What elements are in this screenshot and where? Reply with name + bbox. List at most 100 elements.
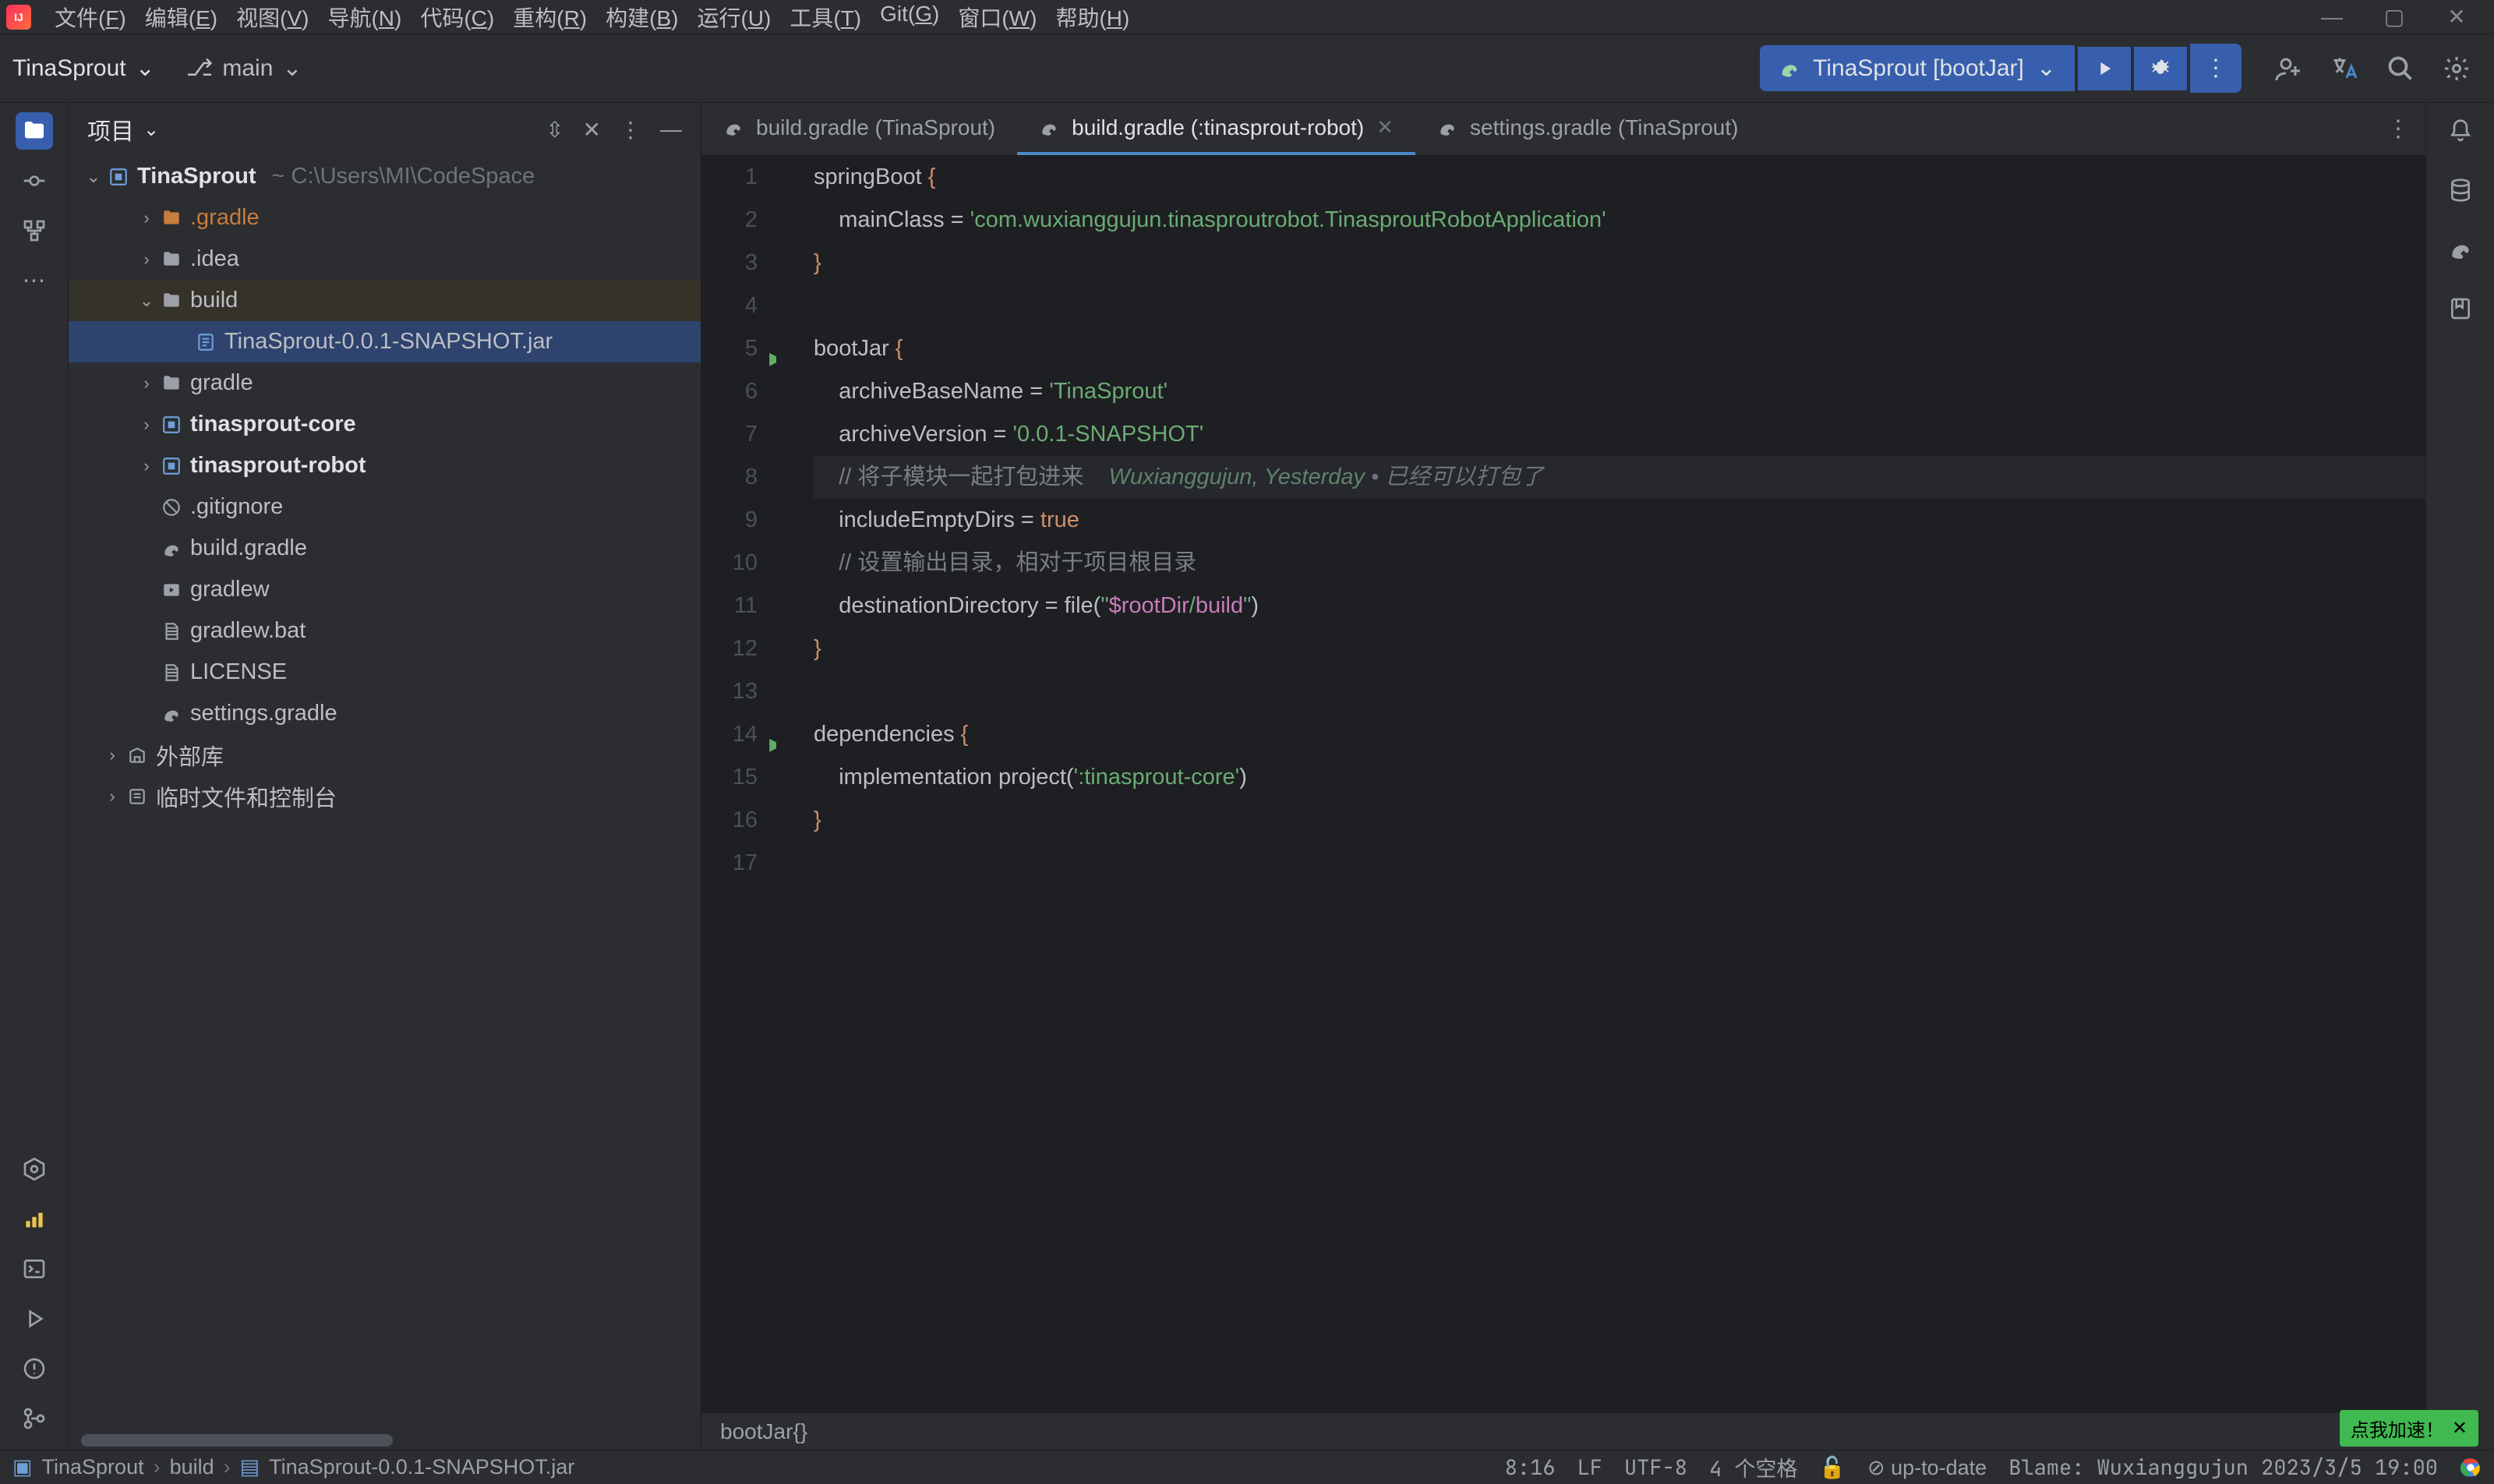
more-run-options[interactable]: ⋮ (2190, 44, 2241, 93)
run-config-selector[interactable]: TinaSprout [bootJar] ⌄ (1760, 45, 2075, 91)
more-tool-button[interactable]: ⋯ (16, 262, 53, 299)
services-tool-button[interactable] (16, 1150, 53, 1188)
project-panel: 项目 ⌄ ⇳ ✕ ⋮ — ⌄TinaSprout~ C:\Users\MI\Co… (69, 103, 701, 1450)
editor-area: build.gradle (TinaSprout)build.gradle (:… (701, 103, 2425, 1450)
menu-item[interactable]: 帮助(H) (1047, 0, 1137, 36)
chevron-down-icon: ⌄ (2037, 55, 2056, 82)
speedup-badge[interactable]: 点我加速！ ✕ (2340, 1410, 2478, 1447)
file-encoding[interactable]: UTF-8 (1624, 1454, 1687, 1482)
editor-gutter: 12345▶67891011121314▶151617 (701, 156, 776, 1412)
tree-item[interactable]: .gitignore (69, 486, 701, 528)
menu-item[interactable]: 工具(T) (782, 0, 869, 36)
bookmarks-tool-button[interactable] (2442, 290, 2479, 327)
settings-icon[interactable] (2441, 53, 2472, 84)
menu-item[interactable]: Git(G) (872, 0, 947, 36)
git-blame-status[interactable]: Blame: Wuxianggujun 2023/3/5 19:00 (2008, 1454, 2438, 1482)
menu-item[interactable]: 代码(C) (412, 0, 502, 36)
project-tool-button[interactable] (16, 112, 53, 150)
project-selector[interactable]: TinaSprout ⌄ (12, 55, 155, 82)
tree-item[interactable]: settings.gradle (69, 693, 701, 734)
tree-item-scratch[interactable]: ›临时文件和控制台 (69, 776, 701, 817)
code-content[interactable]: springBoot { mainClass = 'com.wuxiangguj… (776, 156, 2425, 1412)
git-branch-selector[interactable]: ⎇ main ⌄ (186, 55, 302, 82)
database-tool-button[interactable] (2442, 171, 2479, 209)
chevron-down-icon: ⌄ (282, 55, 302, 82)
editor-tab[interactable]: settings.gradle (TinaSprout) (1415, 103, 1760, 155)
run-button[interactable] (2078, 47, 2131, 90)
project-panel-title[interactable]: 项目 ⌄ (87, 112, 159, 147)
menu-item[interactable]: 导航(N) (320, 0, 409, 36)
menu-item[interactable]: 文件(F) (47, 0, 134, 36)
chevron-right-icon: › (154, 1455, 161, 1479)
title-bar: IJ 文件(F)编辑(E)视图(V)导航(N)代码(C)重构(R)构建(B)运行… (0, 0, 2494, 34)
project-panel-header: 项目 ⌄ ⇳ ✕ ⋮ — (69, 103, 701, 156)
commit-tool-button[interactable] (16, 162, 53, 200)
close-panel-icon[interactable]: ✕ (583, 117, 601, 143)
build-status[interactable]: ⊘ up-to-date (1867, 1454, 1987, 1482)
notifications-tool-button[interactable] (2442, 112, 2479, 150)
close-icon[interactable]: ✕ (2452, 1417, 2468, 1440)
project-tree[interactable]: ⌄TinaSprout~ C:\Users\MI\CodeSpace›.grad… (69, 156, 701, 1450)
tree-item[interactable]: LICENSE (69, 652, 701, 693)
nav-breadcrumb[interactable]: ▣ TinaSprout › build › ▤ TinaSprout-0.0.… (12, 1455, 574, 1479)
gradle-tool-button[interactable] (2442, 231, 2479, 268)
caret-position[interactable]: 8:16 (1505, 1454, 1556, 1482)
tree-item-external[interactable]: ›外部库 (69, 734, 701, 776)
editor-body[interactable]: ✓ 12345▶67891011121314▶151617 springBoot… (701, 156, 2425, 1412)
module-icon: ▣ (12, 1455, 33, 1479)
structure-tool-button[interactable] (16, 212, 53, 249)
line-separator[interactable]: LF (1577, 1454, 1602, 1482)
editor-breadcrumb-footer: bootJar{} (701, 1412, 2425, 1450)
editor-tab[interactable]: build.gradle (TinaSprout) (701, 103, 1017, 155)
menu-item[interactable]: 编辑(E) (137, 0, 225, 36)
branch-icon: ⎇ (186, 55, 214, 82)
menu-item[interactable]: 重构(R) (505, 0, 595, 36)
tree-item[interactable]: ›gradle (69, 362, 701, 404)
menu-item[interactable]: 构建(B) (598, 0, 686, 36)
tab-options[interactable]: ⋮ (2371, 103, 2425, 155)
debug-button[interactable] (2134, 47, 2187, 90)
problems-tool-button[interactable] (16, 1350, 53, 1387)
select-opened-file-icon[interactable]: ⇳ (546, 117, 563, 143)
menu-item[interactable]: 窗口(W) (950, 0, 1044, 36)
hide-panel-icon[interactable]: — (660, 117, 682, 143)
build-tool-button[interactable] (16, 1200, 53, 1238)
terminal-tool-button[interactable] (16, 1250, 53, 1288)
indent-setting[interactable]: 4 个空格 (1709, 1452, 1797, 1483)
code-with-me-icon[interactable] (2273, 53, 2304, 84)
tree-item[interactable]: ›.gradle (69, 197, 701, 238)
run-config-group: TinaSprout [bootJar] ⌄ ⋮ (1760, 44, 2241, 93)
editor-tabs: build.gradle (TinaSprout)build.gradle (:… (701, 103, 2425, 156)
jar-icon: ▤ (240, 1455, 260, 1479)
maximize-button[interactable]: ▢ (2379, 2, 2410, 33)
minimize-button[interactable]: — (2316, 2, 2347, 33)
run-config-label: TinaSprout [bootJar] (1813, 55, 2024, 82)
menu-item[interactable]: 视图(V) (228, 0, 316, 36)
tree-item[interactable]: TinaSprout-0.0.1-SNAPSHOT.jar (69, 321, 701, 362)
tree-item[interactable]: ›tinasprout-core (69, 404, 701, 445)
horizontal-scrollbar[interactable] (81, 1434, 393, 1447)
tree-item[interactable]: gradlew.bat (69, 610, 701, 652)
code-scope-hint: bootJar{} (720, 1419, 807, 1444)
tree-item[interactable]: ⌄build (69, 280, 701, 321)
close-button[interactable]: ✕ (2441, 2, 2472, 33)
tree-item[interactable]: gradlew (69, 569, 701, 610)
tree-item[interactable]: ›tinasprout-robot (69, 445, 701, 486)
translate-icon[interactable] (2329, 53, 2360, 84)
navigation-toolbar: TinaSprout ⌄ ⎇ main ⌄ TinaSprout [bootJa… (0, 34, 2494, 103)
close-tab-icon[interactable]: ✕ (1376, 115, 1394, 140)
menu-item[interactable]: 运行(U) (689, 0, 779, 36)
tree-item[interactable]: ›.idea (69, 238, 701, 280)
chevron-down-icon: ⌄ (143, 118, 159, 141)
readonly-toggle-icon[interactable]: 🔓 (1819, 1454, 1846, 1482)
panel-options-icon[interactable]: ⋮ (620, 117, 641, 143)
editor-tab[interactable]: build.gradle (:tinasprout-robot)✕ (1017, 103, 1415, 155)
main-menu: 文件(F)编辑(E)视图(V)导航(N)代码(C)重构(R)构建(B)运行(U)… (47, 0, 1137, 36)
tree-root[interactable]: ⌄TinaSprout~ C:\Users\MI\CodeSpace (69, 156, 701, 197)
search-icon[interactable] (2385, 53, 2416, 84)
run-tool-button[interactable] (16, 1300, 53, 1337)
tree-item[interactable]: build.gradle (69, 528, 701, 569)
git-tool-button[interactable] (16, 1400, 53, 1437)
chrome-icon[interactable] (2460, 1457, 2482, 1479)
status-bar: ▣ TinaSprout › build › ▤ TinaSprout-0.0.… (0, 1450, 2494, 1484)
